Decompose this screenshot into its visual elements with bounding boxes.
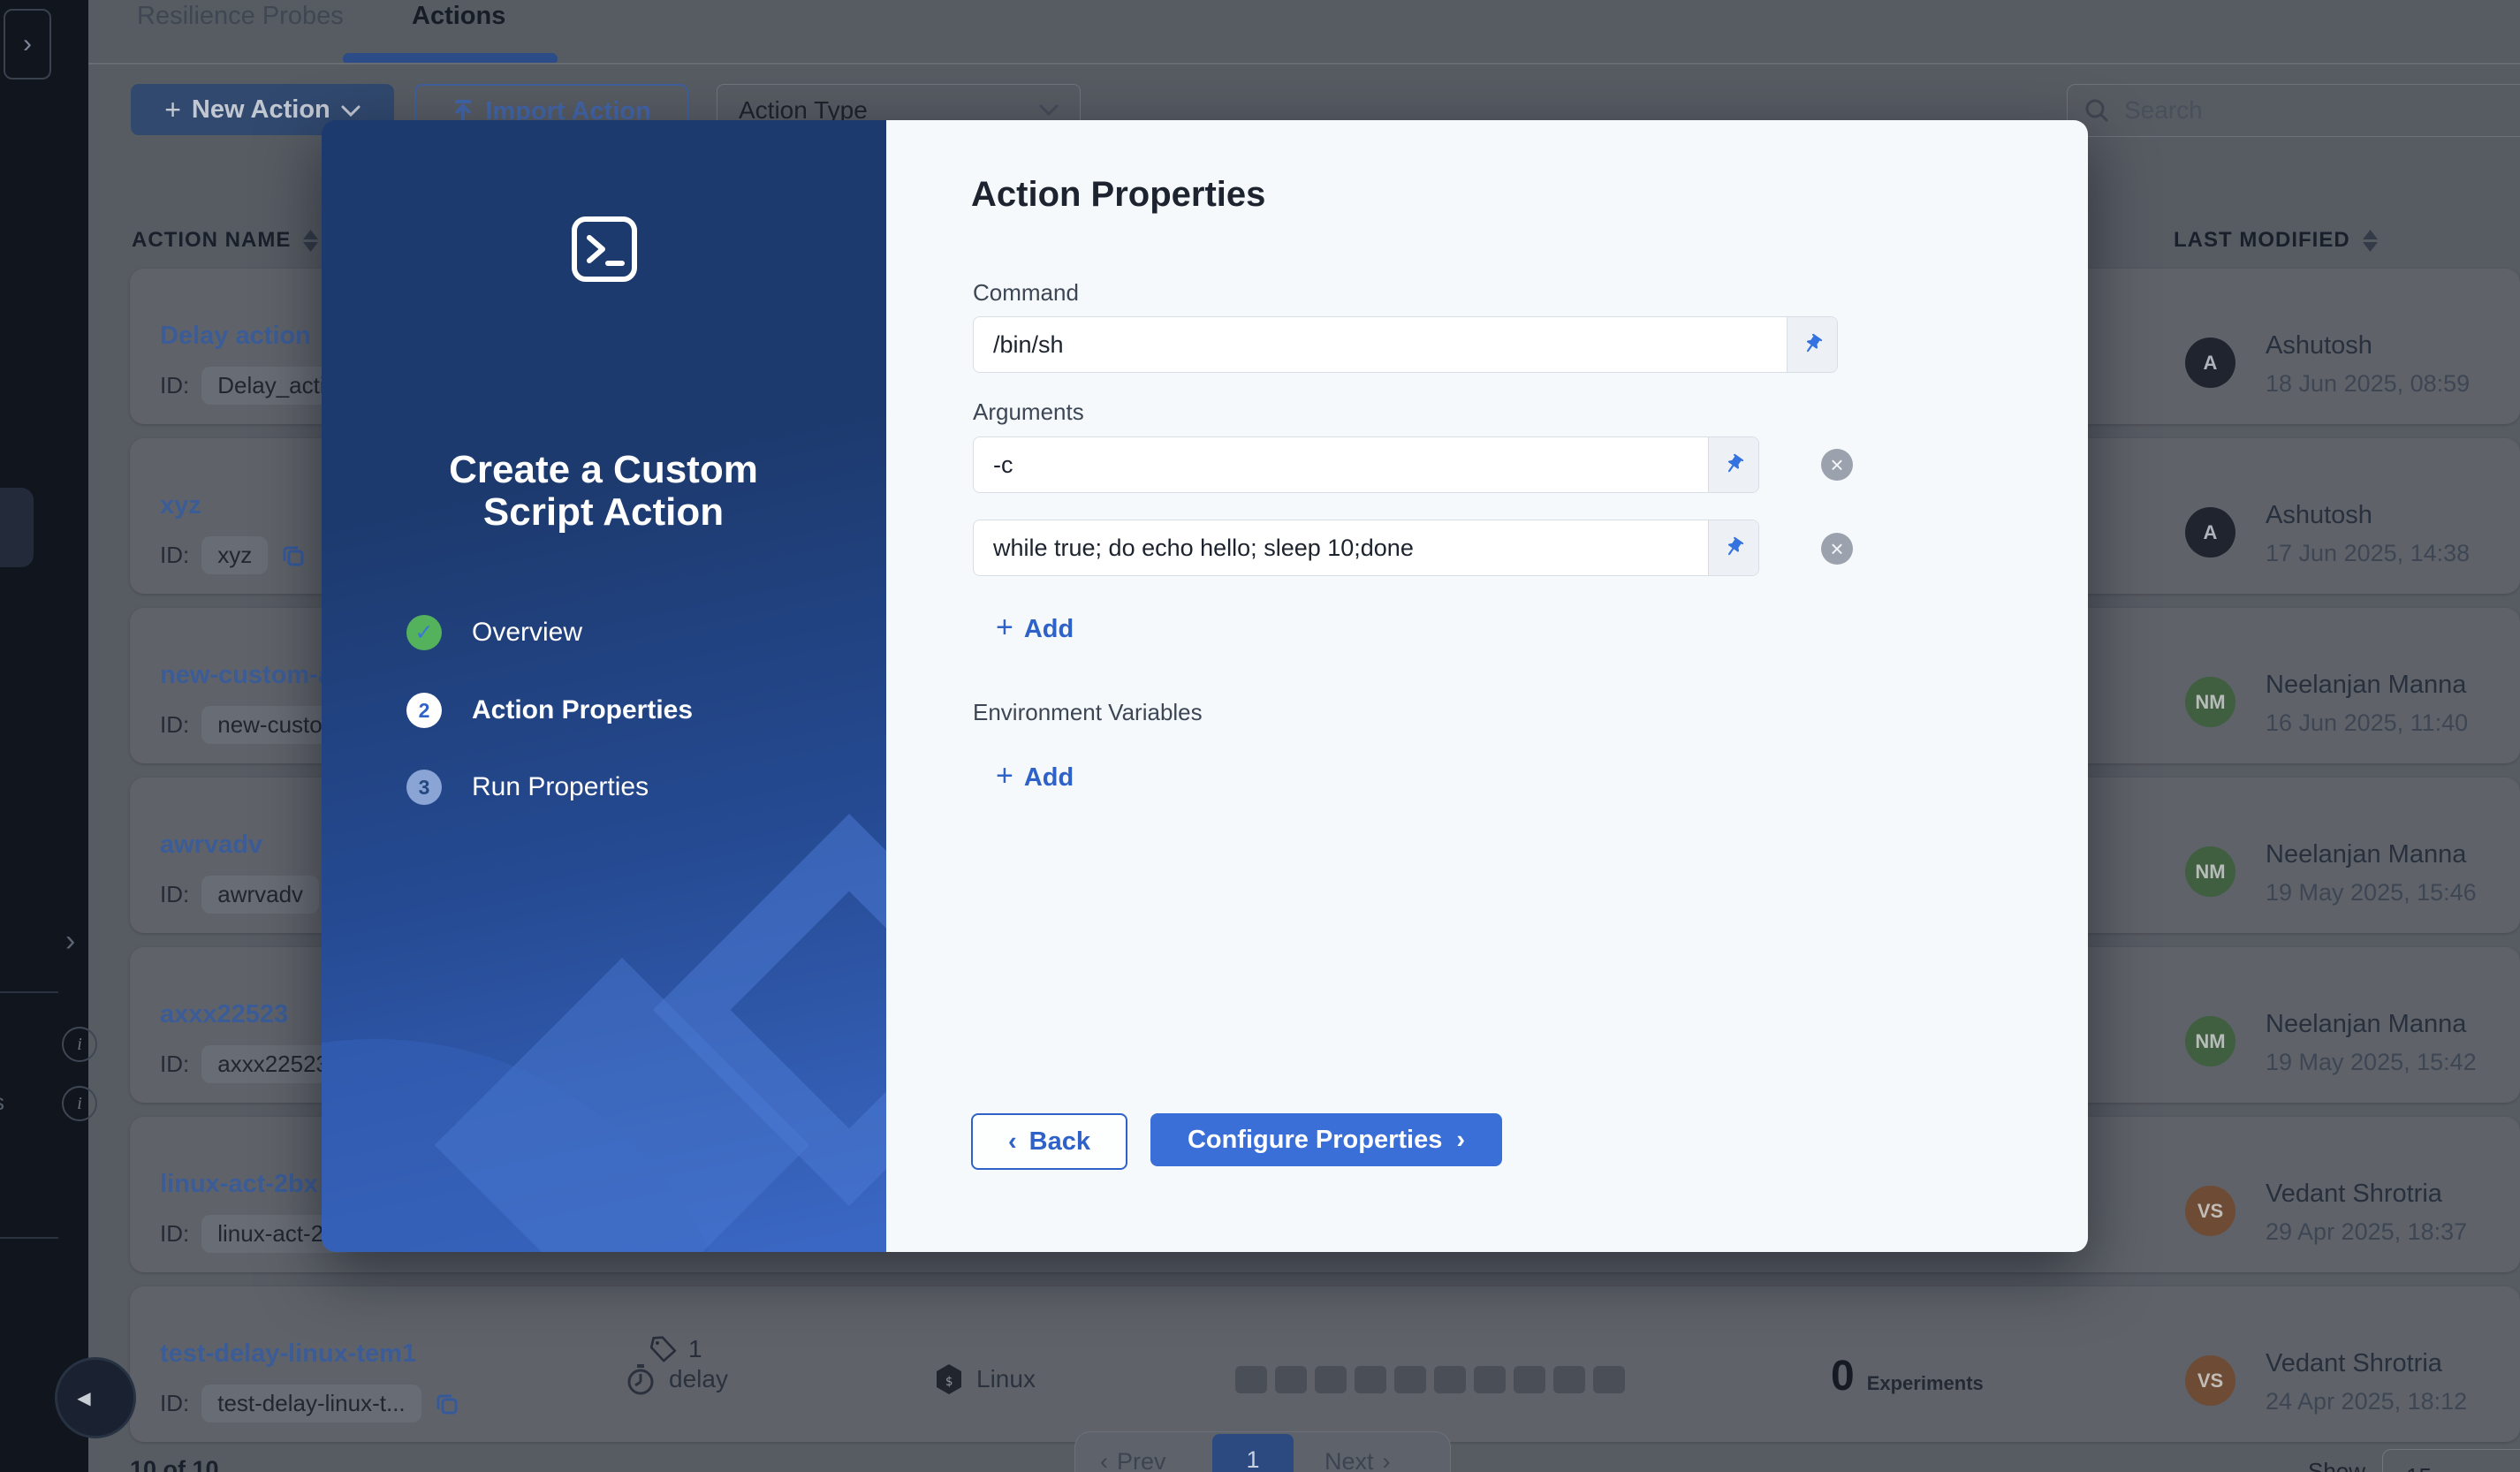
command-input[interactable] [974,331,1787,359]
back-button[interactable]: ‹ Back [971,1113,1127,1170]
step-number-badge: 3 [406,770,442,805]
add-env-var-button[interactable]: + Add [996,762,1074,793]
step-run-properties[interactable]: 3 Run Properties [406,770,649,805]
terminal-icon [571,216,638,287]
command-field [973,316,1838,373]
step-overview[interactable]: ✓ Overview [406,615,582,650]
create-custom-script-action-modal: Create a Custom Script Action ✓ Overview… [322,120,2088,1252]
step-number-badge: 2 [406,693,442,728]
pin-icon[interactable] [1708,437,1758,492]
remove-argument-icon[interactable]: × [1821,533,1853,565]
argument-input-1[interactable] [974,451,1708,479]
action-properties-panel: × Action Properties Command Arguments × [886,120,2088,1252]
command-label: Command [973,279,1079,307]
pin-icon[interactable] [1708,520,1758,575]
panel-heading: Action Properties [971,175,1265,215]
wizard-panel: Create a Custom Script Action ✓ Overview… [322,120,886,1252]
step-done-check-icon: ✓ [406,615,442,650]
configure-properties-button[interactable]: Configure Properties › [1150,1113,1502,1166]
remove-argument-icon[interactable]: × [1821,449,1853,481]
chevron-right-icon: › [1456,1126,1465,1155]
chevron-left-icon: ‹ [1008,1127,1017,1157]
pin-icon[interactable] [1787,317,1837,372]
argument-input-2[interactable] [974,535,1708,562]
arguments-label: Arguments [973,398,1084,426]
add-argument-button[interactable]: + Add [996,613,1074,645]
plus-icon: + [996,611,1013,645]
environment-variables-label: Environment Variables [973,699,1203,726]
step-action-properties[interactable]: 2 Action Properties [406,693,693,728]
app-window: › › i s i ◀ Resilience Probes Actions + … [0,0,2520,1472]
wizard-title: Create a Custom Script Action [396,449,811,534]
argument-field [973,520,1759,576]
plus-icon: + [996,759,1013,793]
argument-field [973,436,1759,493]
